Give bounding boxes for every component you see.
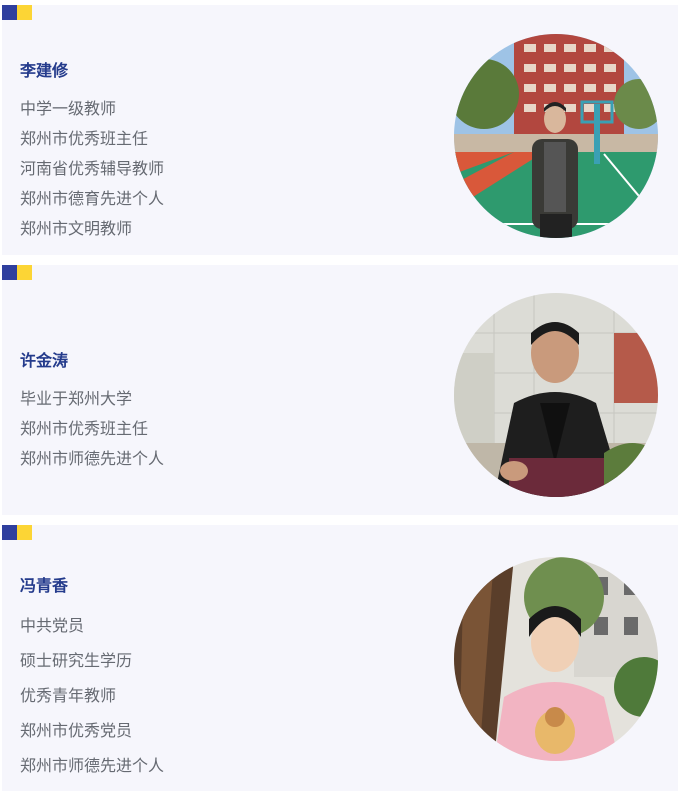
teacher-name: 李建修 xyxy=(20,61,69,80)
teacher-info: 李建修 中学一级教师 郑州市优秀班主任 河南省优秀辅导教师 郑州市德育先进个人 … xyxy=(20,61,164,238)
teacher-title: 郑州市师德先进个人 xyxy=(20,756,165,775)
teacher-title: 郑州市文明教师 xyxy=(20,219,133,238)
teacher-photo xyxy=(454,557,658,761)
teacher-info: 冯青香 中共党员 硕士研究生学历 优秀青年教师 郑州市优秀党员 郑州市师德先进个… xyxy=(20,576,164,775)
teacher-photo xyxy=(454,293,658,497)
teacher-name: 许金涛 xyxy=(20,351,69,370)
corner-mark-icon xyxy=(2,5,32,20)
teacher-card: 许金涛 毕业于郑州大学 郑州市优秀班主任 郑州市师德先进个人 xyxy=(2,265,678,515)
teacher-title: 中共党员 xyxy=(20,616,85,635)
teacher-title: 中学一级教师 xyxy=(20,99,117,118)
teacher-title: 郑州市优秀班主任 xyxy=(20,129,149,148)
corner-mark-icon xyxy=(2,265,32,280)
teacher-title: 郑州市优秀党员 xyxy=(20,721,133,740)
teacher-title: 郑州市德育先进个人 xyxy=(20,189,165,208)
corner-mark-icon xyxy=(2,525,32,540)
teacher-title: 郑州市优秀班主任 xyxy=(20,419,149,438)
teacher-card: 冯青香 中共党员 硕士研究生学历 优秀青年教师 郑州市优秀党员 郑州市师德先进个… xyxy=(2,525,678,791)
teacher-title: 郑州市师德先进个人 xyxy=(20,449,165,468)
teacher-photo xyxy=(454,34,658,238)
teacher-title: 优秀青年教师 xyxy=(20,686,117,705)
teacher-title: 河南省优秀辅导教师 xyxy=(20,159,165,178)
teacher-card: 李建修 中学一级教师 郑州市优秀班主任 河南省优秀辅导教师 郑州市德育先进个人 … xyxy=(2,5,678,255)
teacher-title: 硕士研究生学历 xyxy=(20,651,133,670)
teacher-name: 冯青香 xyxy=(20,576,69,595)
teacher-title: 毕业于郑州大学 xyxy=(20,389,133,408)
teacher-info: 许金涛 毕业于郑州大学 郑州市优秀班主任 郑州市师德先进个人 xyxy=(20,351,164,468)
